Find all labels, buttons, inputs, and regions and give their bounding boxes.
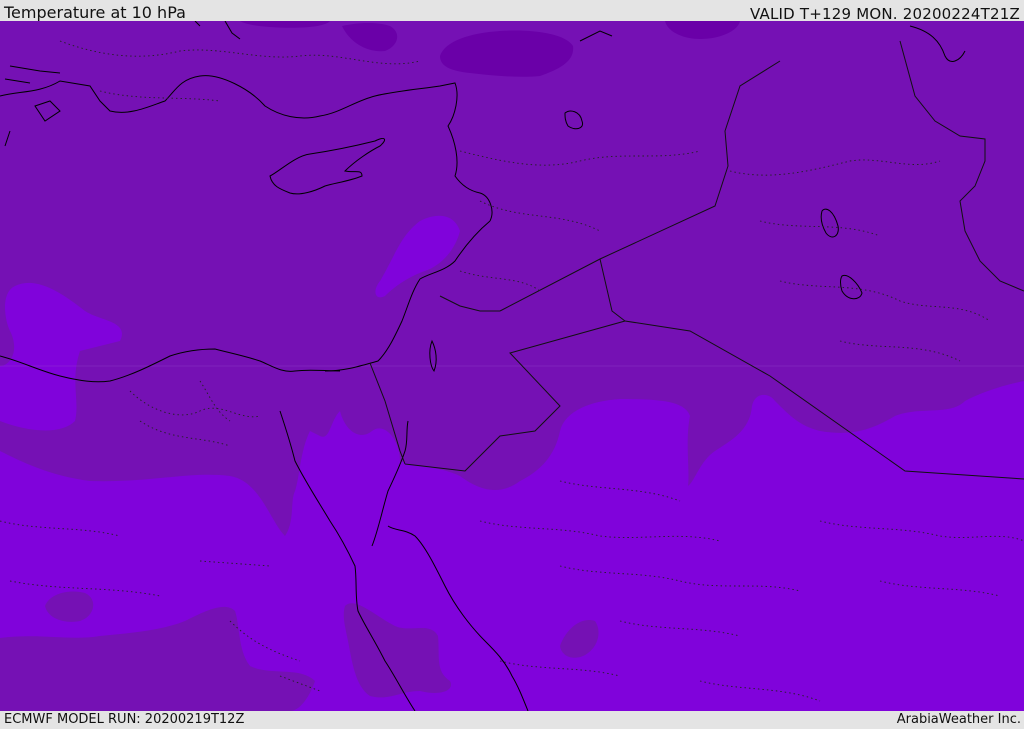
model-run-label: ECMWF MODEL RUN: 20200219T12Z	[4, 712, 245, 727]
map-header: Temperature at 10 hPa VALID T+129 MON. 2…	[0, 0, 1024, 23]
map-canvas	[0, 21, 1024, 711]
map-footer: ECMWF MODEL RUN: 20200219T12Z ArabiaWeat…	[0, 711, 1024, 729]
weather-map	[0, 21, 1024, 711]
map-title: Temperature at 10 hPa	[4, 3, 186, 22]
credit-label: ArabiaWeather Inc.	[896, 712, 1021, 727]
